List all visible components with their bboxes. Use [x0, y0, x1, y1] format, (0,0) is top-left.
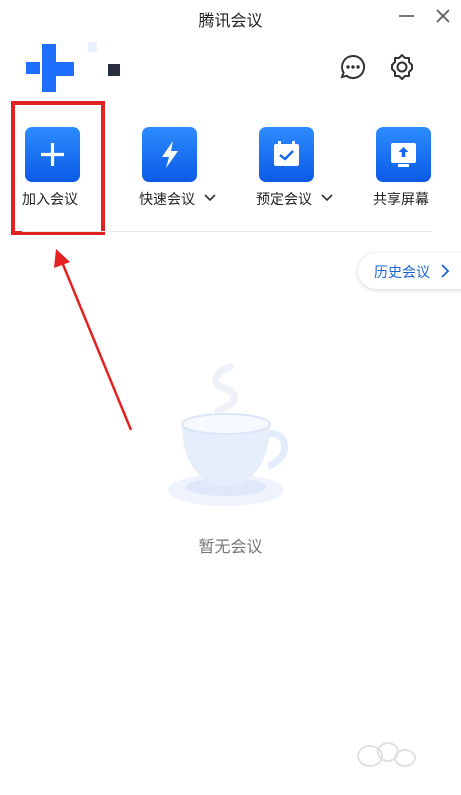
title-bar: 腾讯会议	[0, 0, 461, 34]
app-title: 腾讯会议	[198, 11, 263, 30]
share-screen-label: 共享屏幕	[373, 192, 429, 208]
quick-meeting-label: 快速会议	[139, 192, 195, 208]
share-screen-button[interactable]: 共享屏幕	[350, 118, 460, 218]
history-meetings-label: 历史会议	[374, 265, 430, 281]
lightning-icon	[142, 127, 197, 182]
schedule-meeting-button[interactable]: 预定会议	[232, 118, 342, 218]
empty-state-text: 暂无会议	[198, 537, 263, 556]
close-icon[interactable]	[431, 4, 455, 28]
chevron-down-icon[interactable]	[321, 193, 333, 203]
quick-meeting-button[interactable]: 快速会议	[115, 118, 225, 218]
chat-bubble-icon[interactable]	[339, 53, 367, 81]
minimize-icon[interactable]	[395, 4, 419, 28]
header-row	[0, 34, 461, 106]
user-avatar-pixel-icon[interactable]	[22, 38, 122, 94]
annotation-highlight-box	[11, 101, 105, 235]
coffee-cup-icon	[160, 362, 292, 512]
screen-share-icon	[376, 127, 431, 182]
chevron-right-icon	[441, 264, 450, 278]
calendar-check-icon	[259, 127, 314, 182]
schedule-meeting-label: 预定会议	[256, 192, 312, 208]
gear-icon[interactable]	[388, 53, 416, 81]
chevron-down-icon[interactable]	[204, 193, 216, 203]
history-meetings-button[interactable]: 历史会议	[358, 253, 461, 289]
divider	[22, 231, 432, 232]
watermark	[357, 742, 416, 767]
